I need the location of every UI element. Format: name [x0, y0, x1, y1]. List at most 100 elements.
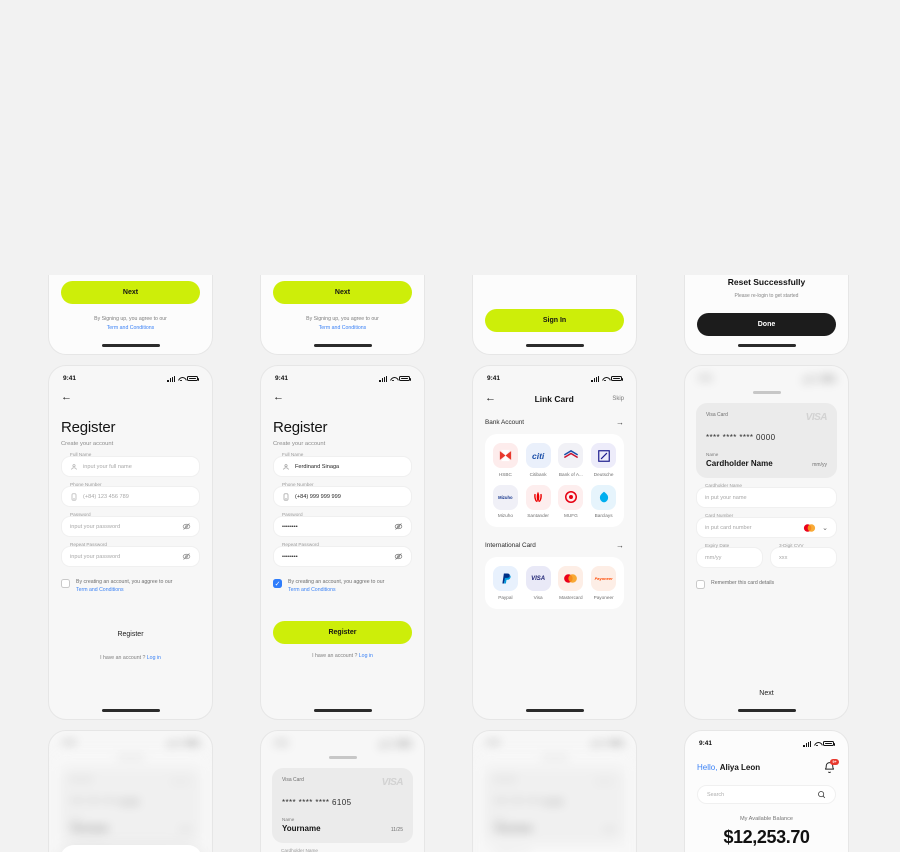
done-button[interactable]: Done — [697, 313, 836, 336]
eye-off-icon[interactable] — [394, 522, 403, 531]
repeat-password-field[interactable]: Repeat Password •••••••• — [273, 542, 412, 567]
register-button[interactable]: Register — [273, 620, 412, 644]
signal-icon — [379, 740, 387, 747]
search-input[interactable]: Search — [697, 785, 836, 804]
full-name-value: Ferdinand Sinaga — [295, 463, 340, 470]
tile-label: Santander — [527, 513, 549, 518]
expiry-date-field[interactable]: Expiry Date mm/yy — [696, 543, 763, 568]
full-name-field[interactable]: Full Name Ferdinand Sinaga — [273, 452, 412, 477]
chevron-down-icon[interactable]: ⌄ — [822, 524, 828, 532]
field-label: Password — [282, 512, 303, 517]
bank-tile-santander[interactable]: Santander — [523, 484, 554, 518]
signal-icon — [591, 740, 599, 747]
password-field[interactable]: Password •••••••• — [273, 512, 412, 537]
battery-icon — [399, 740, 411, 747]
visa-logo: VISA — [805, 412, 828, 423]
balance-amount: $12,253.70 — [723, 827, 810, 847]
consent-text: By creating an account, you aggree to ou… — [76, 579, 173, 585]
card-number-field[interactable]: Card Number in put card number ⌄ — [696, 513, 837, 538]
bank-tile-mizuho[interactable]: Mizuho Mizuho — [490, 484, 521, 518]
card-name: Cardholder Name — [706, 459, 773, 468]
card-tile-paypal[interactable]: Paypal — [490, 566, 521, 600]
arrow-right-icon[interactable]: → — [616, 418, 624, 427]
barclays-logo — [591, 484, 617, 510]
consent-row[interactable]: By creating an account, you aggree to ou… — [273, 579, 412, 595]
sheet-grabber[interactable] — [752, 391, 781, 394]
back-button[interactable]: ← — [485, 393, 496, 404]
field-label: Full Name — [70, 452, 92, 457]
home-indicator — [313, 709, 372, 712]
status-time: 9:41 — [699, 375, 713, 382]
login-link[interactable]: Log in — [359, 653, 373, 659]
repeat-password-field[interactable]: Repeat Password input your password — [61, 542, 200, 567]
tile-label: Citibank — [529, 471, 547, 477]
page-subtitle: Create your account — [273, 441, 326, 447]
tile-label: Mastercard — [559, 594, 583, 600]
bank-of-america-logo — [558, 443, 584, 468]
consent-checkbox[interactable] — [61, 579, 70, 588]
home-indicator — [737, 709, 796, 712]
tile-label: Payoneer — [593, 594, 614, 600]
bank-tile-citibank[interactable]: citi Citibank — [523, 443, 554, 477]
virtual-card-preview: Visa Card VISA **** **** **** 6105 Name … — [272, 768, 413, 843]
register-button[interactable]: Register — [61, 623, 200, 646]
card-type: Visa Card — [282, 777, 304, 783]
status-bar: 9:41 — [49, 366, 212, 384]
terms-link[interactable]: Term and Conditions — [319, 325, 367, 331]
consent-link[interactable]: Term and Conditions — [76, 587, 124, 593]
user-icon — [283, 463, 289, 470]
cvv-field[interactable]: 3-Digit CVV xxx — [770, 543, 837, 568]
bank-tile-deutsche[interactable]: Deutsche — [588, 443, 619, 477]
back-button[interactable]: ← — [61, 392, 200, 403]
have-account-text: I have an account ? — [312, 652, 358, 659]
bell-icon[interactable]: 9+ — [823, 759, 839, 774]
search-icon[interactable] — [817, 790, 826, 799]
card-number-masked: **** **** **** 6105 — [282, 798, 352, 807]
consent-row[interactable]: By creating an account, you aggree to ou… — [61, 579, 200, 595]
field-label: Phone Number — [70, 482, 102, 487]
login-link[interactable]: Log in — [147, 655, 161, 661]
search-placeholder: Search — [707, 791, 725, 798]
password-field[interactable]: Password input your password — [61, 512, 200, 537]
battery-icon — [611, 375, 623, 382]
next-button[interactable]: Next — [61, 281, 200, 304]
repeat-password-value: •••••••• — [282, 553, 298, 560]
remember-card-row[interactable]: Remember this card details — [696, 580, 837, 589]
phone-number-field[interactable]: Phone Number (+84) 123 456 789 — [61, 482, 200, 507]
terms-text: By Signing up, you agree to our — [94, 316, 167, 322]
page-subtitle: Create your account — [61, 441, 114, 447]
page-title: Link Card — [534, 393, 574, 404]
have-account-text: I have an account ? — [100, 654, 146, 661]
card-tile-payoneer[interactable]: Payoneer Payoneer — [588, 566, 619, 600]
consent-checkbox[interactable] — [273, 579, 282, 588]
sign-in-button[interactable]: Sign In — [485, 309, 624, 332]
skip-button[interactable]: Skip — [612, 396, 624, 402]
bank-tile-hsbc[interactable]: HSBC — [490, 443, 521, 477]
cardholder-name-field[interactable]: Cardholder Name in put your name — [696, 483, 837, 508]
month-picker-screen: 9:41 Visa Card VISA **** **** **** 6105 N… — [48, 730, 213, 852]
eye-off-icon[interactable] — [182, 552, 191, 561]
next-button[interactable]: Next — [696, 682, 837, 705]
consent-link[interactable]: Term and Conditions — [288, 587, 336, 593]
card-tile-mastercard[interactable]: Mastercard — [556, 566, 587, 600]
battery-icon — [611, 740, 623, 747]
next-button[interactable]: Next — [273, 281, 412, 304]
status-bar: 9:41 — [261, 731, 424, 749]
eye-off-icon[interactable] — [182, 522, 191, 531]
card-tile-visa[interactable]: VISA Visa — [523, 566, 554, 600]
bank-tile-bank-of-america[interactable]: Bank of A... — [556, 443, 587, 477]
bank-tile-barclays[interactable]: Barclays — [588, 484, 619, 518]
terms-link[interactable]: Term and Conditions — [107, 325, 155, 331]
card-name-label: Name — [706, 452, 719, 457]
bank-tile-mufg[interactable]: MUFG — [556, 484, 587, 518]
sheet-grabber[interactable] — [328, 756, 357, 759]
arrow-right-icon[interactable]: → — [616, 541, 624, 550]
eye-off-icon[interactable] — [394, 552, 403, 561]
phone-number-field[interactable]: Phone Number (+84) 999 999 999 — [273, 482, 412, 507]
back-button[interactable]: ← — [273, 392, 412, 403]
status-bar: 9:41 — [473, 366, 636, 384]
field-label: Repeat Password — [70, 542, 107, 547]
battery-icon — [187, 375, 199, 382]
full-name-field[interactable]: Full Name input your full name — [61, 452, 200, 477]
remember-card-checkbox[interactable] — [696, 580, 705, 589]
